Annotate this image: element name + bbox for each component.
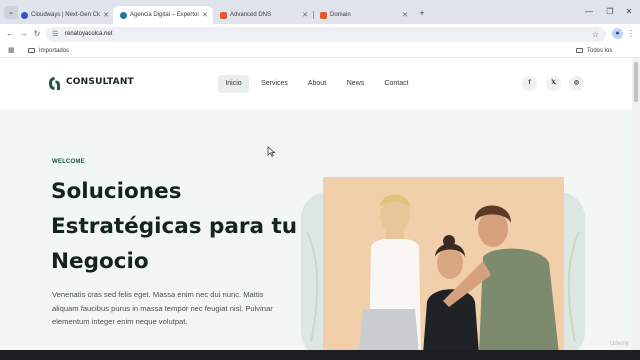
close-tab-icon[interactable]: ✕ xyxy=(402,7,408,24)
address-bar[interactable]: ☰ renatoyacolca.net ☆ xyxy=(46,27,606,42)
instagram-icon[interactable]: ◎ xyxy=(569,76,584,91)
apps-grid-icon[interactable]: ▦ xyxy=(8,47,15,55)
tab-title: Domain xyxy=(330,12,351,18)
hero-paragraph: Venenatis cras sed felis eget. Massa eni… xyxy=(52,290,273,326)
wordpress-favicon-icon xyxy=(120,12,127,19)
tab-domain[interactable]: Domain ✕ xyxy=(313,7,413,24)
udemy-watermark: Udemy xyxy=(610,341,630,347)
browser-menu-icon[interactable]: ⋮ xyxy=(627,28,635,40)
tab-title: Agencia Digital – Expertos en xyxy=(130,12,199,18)
tab-title: Advanced DNS xyxy=(230,12,272,18)
tab-agencia-digital[interactable]: Agencia Digital – Expertos en ✕ xyxy=(113,6,213,24)
hero-eyebrow: WELCOME xyxy=(52,159,85,165)
page-scrollbar[interactable] xyxy=(632,58,640,350)
nav-link-about[interactable]: About xyxy=(302,75,332,93)
nav-link-services[interactable]: Services xyxy=(257,75,292,93)
website-viewport: CONSULTANT Inicio Services About News Co… xyxy=(0,58,632,350)
brand-name[interactable]: CONSULTANT xyxy=(66,77,134,87)
new-tab-button[interactable]: + xyxy=(415,6,429,20)
site-header: CONSULTANT Inicio Services About News Co… xyxy=(0,58,632,109)
reload-icon[interactable]: ↻ xyxy=(31,28,43,40)
restore-icon[interactable]: ❐ xyxy=(603,6,617,18)
bookmarks-bar: ▦ Importados Todos los marcadores xyxy=(0,44,640,68)
tab-title: Cloudways | Next-Gen Cloud H xyxy=(31,12,100,18)
tab-strip: ⌄ Cloudways | Next-Gen Cloud H ✕ Agencia… xyxy=(0,0,640,24)
bookmark-folder-imported[interactable]: Importados xyxy=(28,44,69,58)
namecheap-favicon-icon xyxy=(320,12,327,19)
hero-team-photo xyxy=(323,177,564,350)
x-icon[interactable]: 𝕏 xyxy=(546,76,561,91)
browser-toolbar: ← → ↻ ☰ renatoyacolca.net ☆ xyxy=(0,24,640,44)
tab-advanced-dns[interactable]: Advanced DNS ✕ xyxy=(213,7,313,24)
hero-title-line: Soluciones xyxy=(51,179,182,204)
tab-cloudways[interactable]: Cloudways | Next-Gen Cloud H ✕ xyxy=(14,7,114,24)
bookmark-folder-all[interactable]: Todos los marcadores xyxy=(576,44,640,68)
forward-arrow-icon[interactable]: → xyxy=(18,28,30,40)
bookmark-star-icon[interactable]: ☆ xyxy=(592,27,599,42)
scrollbar-thumb[interactable] xyxy=(634,62,638,102)
bookmark-folder-label: Importados xyxy=(39,48,70,54)
folder-icon xyxy=(28,48,35,53)
close-tab-icon[interactable]: ✕ xyxy=(103,7,109,24)
hero-title-line: Estratégicas para tu xyxy=(51,214,298,239)
hero-title: Soluciones Estratégicas para tu Negocio xyxy=(51,174,311,279)
url-text: renatoyacolca.net xyxy=(65,31,113,37)
facebook-icon[interactable]: f xyxy=(522,76,537,91)
nav-link-news[interactable]: News xyxy=(342,75,369,93)
hero-title-line: Negocio xyxy=(51,249,149,274)
minimize-icon[interactable]: — xyxy=(582,6,596,18)
close-window-icon[interactable]: ✕ xyxy=(622,6,636,18)
site-settings-icon[interactable]: ☰ xyxy=(52,29,58,40)
video-bottom-bar xyxy=(0,350,640,360)
back-arrow-icon[interactable]: ← xyxy=(4,28,16,40)
mouse-pointer-icon xyxy=(267,146,276,157)
nav-link-inicio[interactable]: Inicio xyxy=(218,75,249,93)
close-tab-icon[interactable]: ✕ xyxy=(202,6,208,24)
close-tab-icon[interactable]: ✕ xyxy=(302,7,308,24)
profile-avatar-icon[interactable]: ● xyxy=(612,28,623,39)
nav-link-contact[interactable]: Contact xyxy=(380,75,413,93)
consultant-logo-icon[interactable] xyxy=(48,76,61,91)
cloud-favicon-icon xyxy=(21,12,28,19)
folder-icon xyxy=(576,48,583,53)
namecheap-favicon-icon xyxy=(220,12,227,19)
